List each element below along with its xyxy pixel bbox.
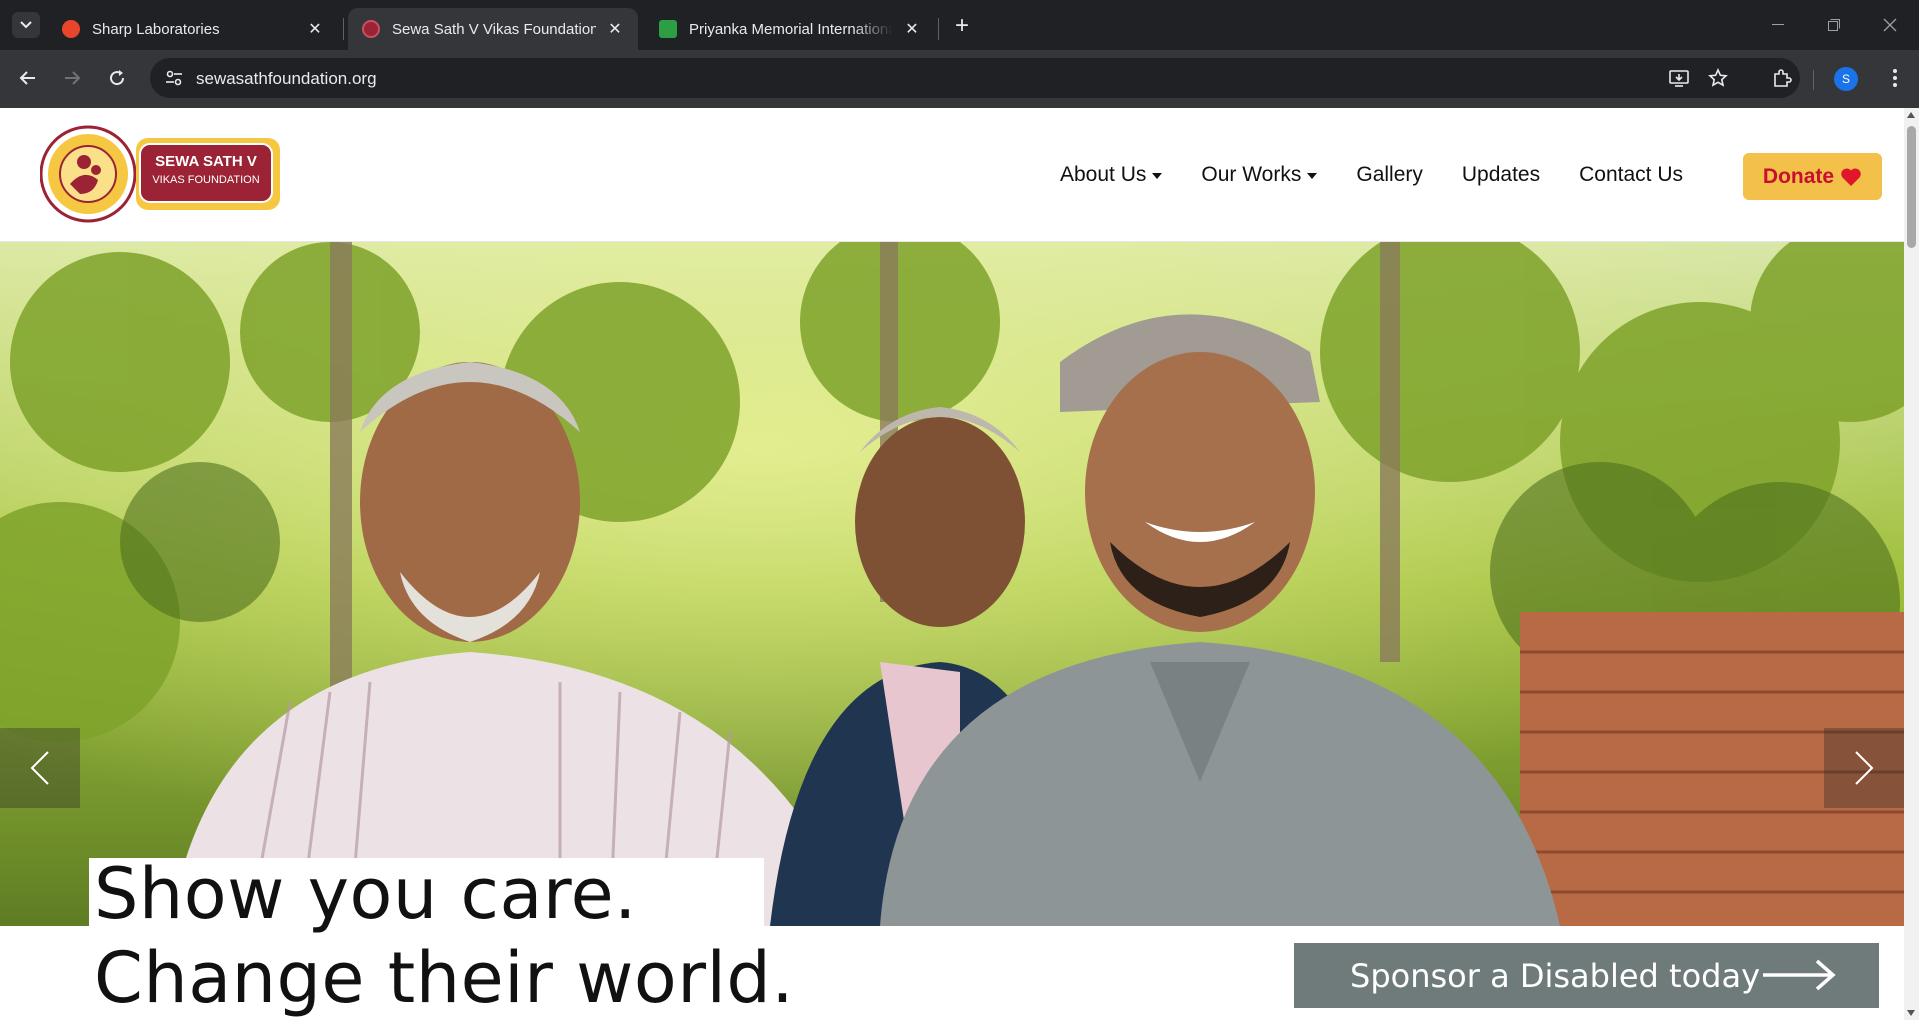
chevron-left-icon (30, 751, 49, 785)
restore-icon (1828, 19, 1840, 31)
new-tab-button[interactable]: + (948, 12, 976, 40)
reload-icon (110, 70, 125, 86)
bookmark-button[interactable] (1703, 63, 1733, 93)
close-icon (1883, 18, 1897, 32)
arrow-left-icon (19, 71, 35, 85)
site-logo[interactable]: SEWA SATH V VIKAS FOUNDATION (39, 124, 280, 224)
arrow-right-icon (1763, 959, 1836, 991)
browser-toolbar: sewasathfoundation.org (0, 50, 1919, 108)
tab-priyanka-memorial[interactable]: Priyanka Memorial International ✕ (645, 8, 935, 50)
nav-gallery[interactable]: Gallery (1356, 163, 1423, 187)
carousel-prev-button[interactable] (0, 728, 80, 808)
minimize-button[interactable] (1750, 0, 1806, 50)
caret-down-icon (1152, 173, 1163, 179)
hero-headline: Show you care. Change their world. (94, 852, 794, 1020)
donate-button[interactable]: Donate (1743, 153, 1882, 200)
install-app-button[interactable] (1664, 63, 1694, 93)
close-tab-icon[interactable]: ✕ (306, 20, 324, 38)
carousel-next-button[interactable] (1824, 728, 1904, 808)
back-button[interactable] (12, 62, 44, 94)
site-info-button[interactable] (160, 64, 188, 92)
logo-line2: VIKAS FOUNDATION (152, 174, 260, 186)
address-bar[interactable]: sewasathfoundation.org (150, 58, 1800, 98)
minimize-icon (1772, 24, 1784, 25)
tab-separator (343, 18, 344, 40)
scrollbar-thumb[interactable] (1907, 126, 1916, 248)
nav-updates[interactable]: Updates (1462, 163, 1540, 187)
nav-contact-us[interactable]: Contact Us (1579, 163, 1683, 187)
star-icon (1708, 68, 1728, 87)
nav-contact-label: Contact Us (1579, 163, 1683, 186)
hero-carousel (0, 242, 1904, 926)
extensions-button[interactable] (1767, 63, 1797, 93)
nav-gallery-label: Gallery (1356, 163, 1423, 186)
reload-button[interactable] (101, 62, 133, 94)
priyanka-favicon-icon (659, 20, 677, 38)
scroll-up-icon[interactable] (1907, 112, 1915, 118)
more-vertical-icon (1893, 69, 1897, 87)
logo-line1: SEWA SATH V (155, 153, 257, 170)
donate-label: Donate (1762, 164, 1835, 188)
sponsor-label: Sponsor a Disabled today (1350, 956, 1761, 995)
sponsor-disabled-button[interactable]: Sponsor a Disabled today (1294, 943, 1879, 1008)
tab-title: Sharp Laboratories (92, 20, 220, 38)
tab-sharp-laboratories[interactable]: Sharp Laboratories ✕ (48, 8, 338, 50)
hero-photo (0, 242, 1904, 926)
headline-line1: Show you care. (94, 853, 637, 935)
sharp-favicon-icon (62, 20, 80, 38)
nav-updates-label: Updates (1461, 163, 1541, 186)
headline-line2: Change their world. (94, 937, 795, 1019)
profile-avatar[interactable]: S (1834, 67, 1858, 91)
tab-sewa-sath[interactable]: Sewa Sath V Vikas Foundation ✕ (348, 8, 638, 50)
heart-icon (1841, 167, 1861, 186)
close-tab-icon[interactable]: ✕ (903, 20, 921, 38)
tab-separator (938, 18, 939, 40)
scroll-down-icon[interactable] (1907, 1010, 1915, 1016)
chevron-right-icon (1855, 751, 1874, 785)
tab-title: Sewa Sath V Vikas Foundation (392, 20, 596, 38)
nav-about-us[interactable]: About Us (1060, 163, 1163, 187)
tune-icon (166, 70, 182, 86)
close-tab-icon[interactable]: ✕ (606, 20, 624, 38)
puzzle-icon (1774, 69, 1792, 87)
nav-works-label: Our Works (1201, 163, 1302, 186)
page-scrollbar[interactable] (1904, 108, 1919, 1020)
url-text[interactable]: sewasathfoundation.org (196, 69, 377, 89)
browser-tab-bar: Sharp Laboratories ✕ Sewa Sath V Vikas F… (0, 0, 1919, 50)
arrow-right-icon (65, 71, 81, 85)
menu-button[interactable] (1880, 63, 1910, 93)
tab-search-button[interactable] (12, 12, 40, 38)
nav-our-works[interactable]: Our Works (1201, 163, 1318, 187)
install-icon (1669, 70, 1689, 87)
chevron-down-icon (20, 21, 32, 29)
caret-down-icon (1307, 173, 1318, 179)
toolbar-divider (1813, 70, 1814, 90)
nav-about-label: About Us (1060, 163, 1147, 186)
tab-title: Priyanka Memorial International (689, 20, 893, 38)
main-nav: About Us Our Works Gallery Updates Conta… (1060, 108, 1722, 242)
sewa-favicon-icon (362, 20, 380, 38)
restore-button[interactable] (1806, 0, 1862, 50)
close-window-button[interactable] (1862, 0, 1918, 50)
site-header: SEWA SATH V VIKAS FOUNDATION About Us Ou… (0, 108, 1904, 242)
forward-button[interactable] (56, 62, 88, 94)
